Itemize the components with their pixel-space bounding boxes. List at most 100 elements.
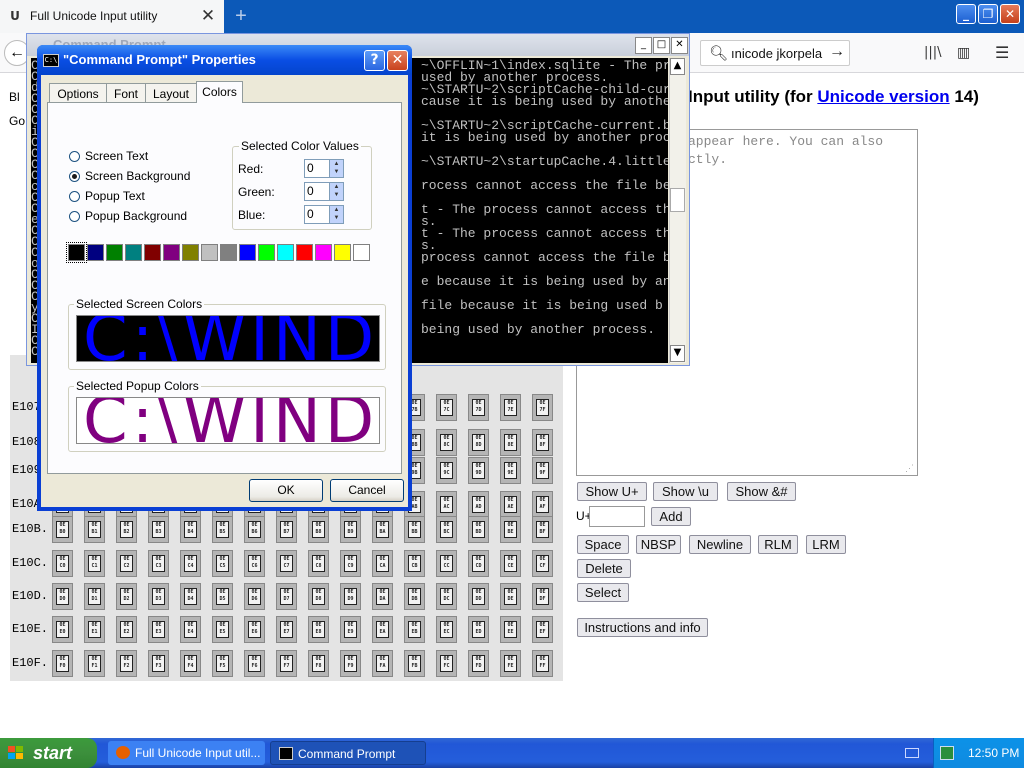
grid-char-cell[interactable]: 0E 7D: [468, 394, 489, 421]
grid-char-cell[interactable]: 0E D0: [52, 583, 73, 610]
grid-char-cell[interactable]: 0E F9: [340, 650, 361, 677]
grid-char-cell[interactable]: 0E C1: [84, 550, 105, 577]
palette-swatch[interactable]: [182, 244, 199, 261]
cancel-button[interactable]: Cancel: [330, 479, 404, 502]
grid-char-cell[interactable]: 0E 8D: [468, 429, 489, 456]
palette-swatch[interactable]: [201, 244, 218, 261]
grid-char-cell[interactable]: 0E B7: [276, 516, 297, 543]
help-button[interactable]: ?: [364, 50, 385, 71]
grid-char-cell[interactable]: 0E F5: [212, 650, 233, 677]
taskbar-item-firefox[interactable]: Full Unicode Input util...: [108, 741, 265, 765]
grid-char-cell[interactable]: 0E DF: [532, 583, 553, 610]
grid-char-cell[interactable]: 0E 8C: [436, 429, 457, 456]
grid-char-cell[interactable]: 0E F3: [148, 650, 169, 677]
grid-char-cell[interactable]: 0E F6: [244, 650, 265, 677]
grid-char-cell[interactable]: 0E AC: [436, 491, 457, 518]
grid-char-cell[interactable]: 0E ED: [468, 616, 489, 643]
grid-char-cell[interactable]: 0E EA: [372, 616, 393, 643]
grid-char-cell[interactable]: 0E B3: [148, 516, 169, 543]
grid-char-cell[interactable]: 0E F4: [180, 650, 201, 677]
radio-popup-background[interactable]: [69, 211, 80, 222]
scroll-up-icon[interactable]: ▲: [670, 58, 685, 75]
grid-char-cell[interactable]: 0E 7E: [500, 394, 521, 421]
grid-char-cell[interactable]: 0E D2: [116, 583, 137, 610]
grid-char-cell[interactable]: 0E F8: [308, 650, 329, 677]
nbsp-button[interactable]: NBSP: [636, 535, 681, 554]
grid-char-cell[interactable]: 0E BB: [404, 516, 425, 543]
grid-char-cell[interactable]: 0E 7F: [532, 394, 553, 421]
red-input[interactable]: 0: [304, 159, 330, 178]
grid-char-cell[interactable]: 0E FF: [532, 650, 553, 677]
radio-screen-background[interactable]: [69, 171, 80, 182]
palette-swatch[interactable]: [125, 244, 142, 261]
grid-char-cell[interactable]: 0E D3: [148, 583, 169, 610]
grid-char-cell[interactable]: 0E D8: [308, 583, 329, 610]
grid-char-cell[interactable]: 0E CF: [532, 550, 553, 577]
grid-char-cell[interactable]: 0E BA: [372, 516, 393, 543]
newline-button[interactable]: Newline: [689, 535, 751, 554]
codepoint-input[interactable]: [589, 506, 645, 527]
ok-button[interactable]: OK: [249, 479, 323, 502]
grid-char-cell[interactable]: 0E E3: [148, 616, 169, 643]
grid-char-cell[interactable]: 0E D4: [180, 583, 201, 610]
grid-char-cell[interactable]: 0E EF: [532, 616, 553, 643]
grid-char-cell[interactable]: 0E F7: [276, 650, 297, 677]
grid-char-cell[interactable]: 0E B5: [212, 516, 233, 543]
palette-swatch[interactable]: [353, 244, 370, 261]
grid-char-cell[interactable]: 0E EC: [436, 616, 457, 643]
dialog-titlebar[interactable]: C:\ "Command Prompt" Properties ? ✕: [37, 45, 412, 75]
grid-char-cell[interactable]: 0E 9C: [436, 457, 457, 484]
library-icon[interactable]: |||\: [924, 45, 942, 60]
grid-char-cell[interactable]: 0E E5: [212, 616, 233, 643]
palette-swatch[interactable]: [87, 244, 104, 261]
grid-char-cell[interactable]: 0E D7: [276, 583, 297, 610]
add-button[interactable]: Add: [651, 507, 691, 526]
browser-tab[interactable]: U Full Unicode Input utility ✕: [0, 0, 224, 33]
grid-char-cell[interactable]: 0E 9E: [500, 457, 521, 484]
start-button[interactable]: start: [0, 738, 97, 768]
console-close-button[interactable]: ✕: [671, 37, 688, 54]
console-scrollbar[interactable]: ▲ ▼: [669, 58, 686, 363]
sidebar-icon[interactable]: ▥: [957, 45, 970, 61]
delete-button[interactable]: Delete: [577, 559, 631, 578]
select-button[interactable]: Select: [577, 583, 629, 602]
grid-char-cell[interactable]: 0E B8: [308, 516, 329, 543]
grid-char-cell[interactable]: 0E E7: [276, 616, 297, 643]
instructions-button[interactable]: Instructions and info: [577, 618, 708, 637]
grid-char-cell[interactable]: 0E E9: [340, 616, 361, 643]
menu-icon[interactable]: ☰: [995, 43, 1009, 62]
grid-char-cell[interactable]: 0E DD: [468, 583, 489, 610]
grid-char-cell[interactable]: 0E FC: [436, 650, 457, 677]
grid-char-cell[interactable]: 0E BE: [500, 516, 521, 543]
tab-colors[interactable]: Colors: [196, 81, 243, 103]
grid-char-cell[interactable]: 0E 8E: [500, 429, 521, 456]
grid-char-cell[interactable]: 0E BD: [468, 516, 489, 543]
grid-char-cell[interactable]: 0E E6: [244, 616, 265, 643]
grid-char-cell[interactable]: 0E E4: [180, 616, 201, 643]
palette-swatch[interactable]: [106, 244, 123, 261]
palette-swatch[interactable]: [163, 244, 180, 261]
grid-char-cell[interactable]: 0E D6: [244, 583, 265, 610]
grid-char-cell[interactable]: 0E DB: [404, 583, 425, 610]
grid-char-cell[interactable]: 0E C3: [148, 550, 169, 577]
grid-char-cell[interactable]: 0E BC: [436, 516, 457, 543]
grid-char-cell[interactable]: 0E BF: [532, 516, 553, 543]
grid-char-cell[interactable]: 0E C4: [180, 550, 201, 577]
taskbar-item-command-prompt[interactable]: Command Prompt: [270, 741, 426, 765]
grid-char-cell[interactable]: 0E CA: [372, 550, 393, 577]
grid-char-cell[interactable]: 0E E8: [308, 616, 329, 643]
grid-char-cell[interactable]: 0E 7C: [436, 394, 457, 421]
grid-char-cell[interactable]: 0E CC: [436, 550, 457, 577]
grid-char-cell[interactable]: 0E 8F: [532, 429, 553, 456]
grid-char-cell[interactable]: 0E EE: [500, 616, 521, 643]
grid-char-cell[interactable]: 0E F1: [84, 650, 105, 677]
go-arrow-icon[interactable]: →: [829, 43, 845, 61]
blue-input[interactable]: 0: [304, 205, 330, 224]
palette-swatch[interactable]: [277, 244, 294, 261]
grid-char-cell[interactable]: 0E B6: [244, 516, 265, 543]
grid-char-cell[interactable]: 0E C6: [244, 550, 265, 577]
minimize-button[interactable]: _: [956, 4, 976, 24]
grid-char-cell[interactable]: 0E B1: [84, 516, 105, 543]
grid-char-cell[interactable]: 0E DA: [372, 583, 393, 610]
green-spinner[interactable]: ▲ ▼: [329, 182, 344, 201]
